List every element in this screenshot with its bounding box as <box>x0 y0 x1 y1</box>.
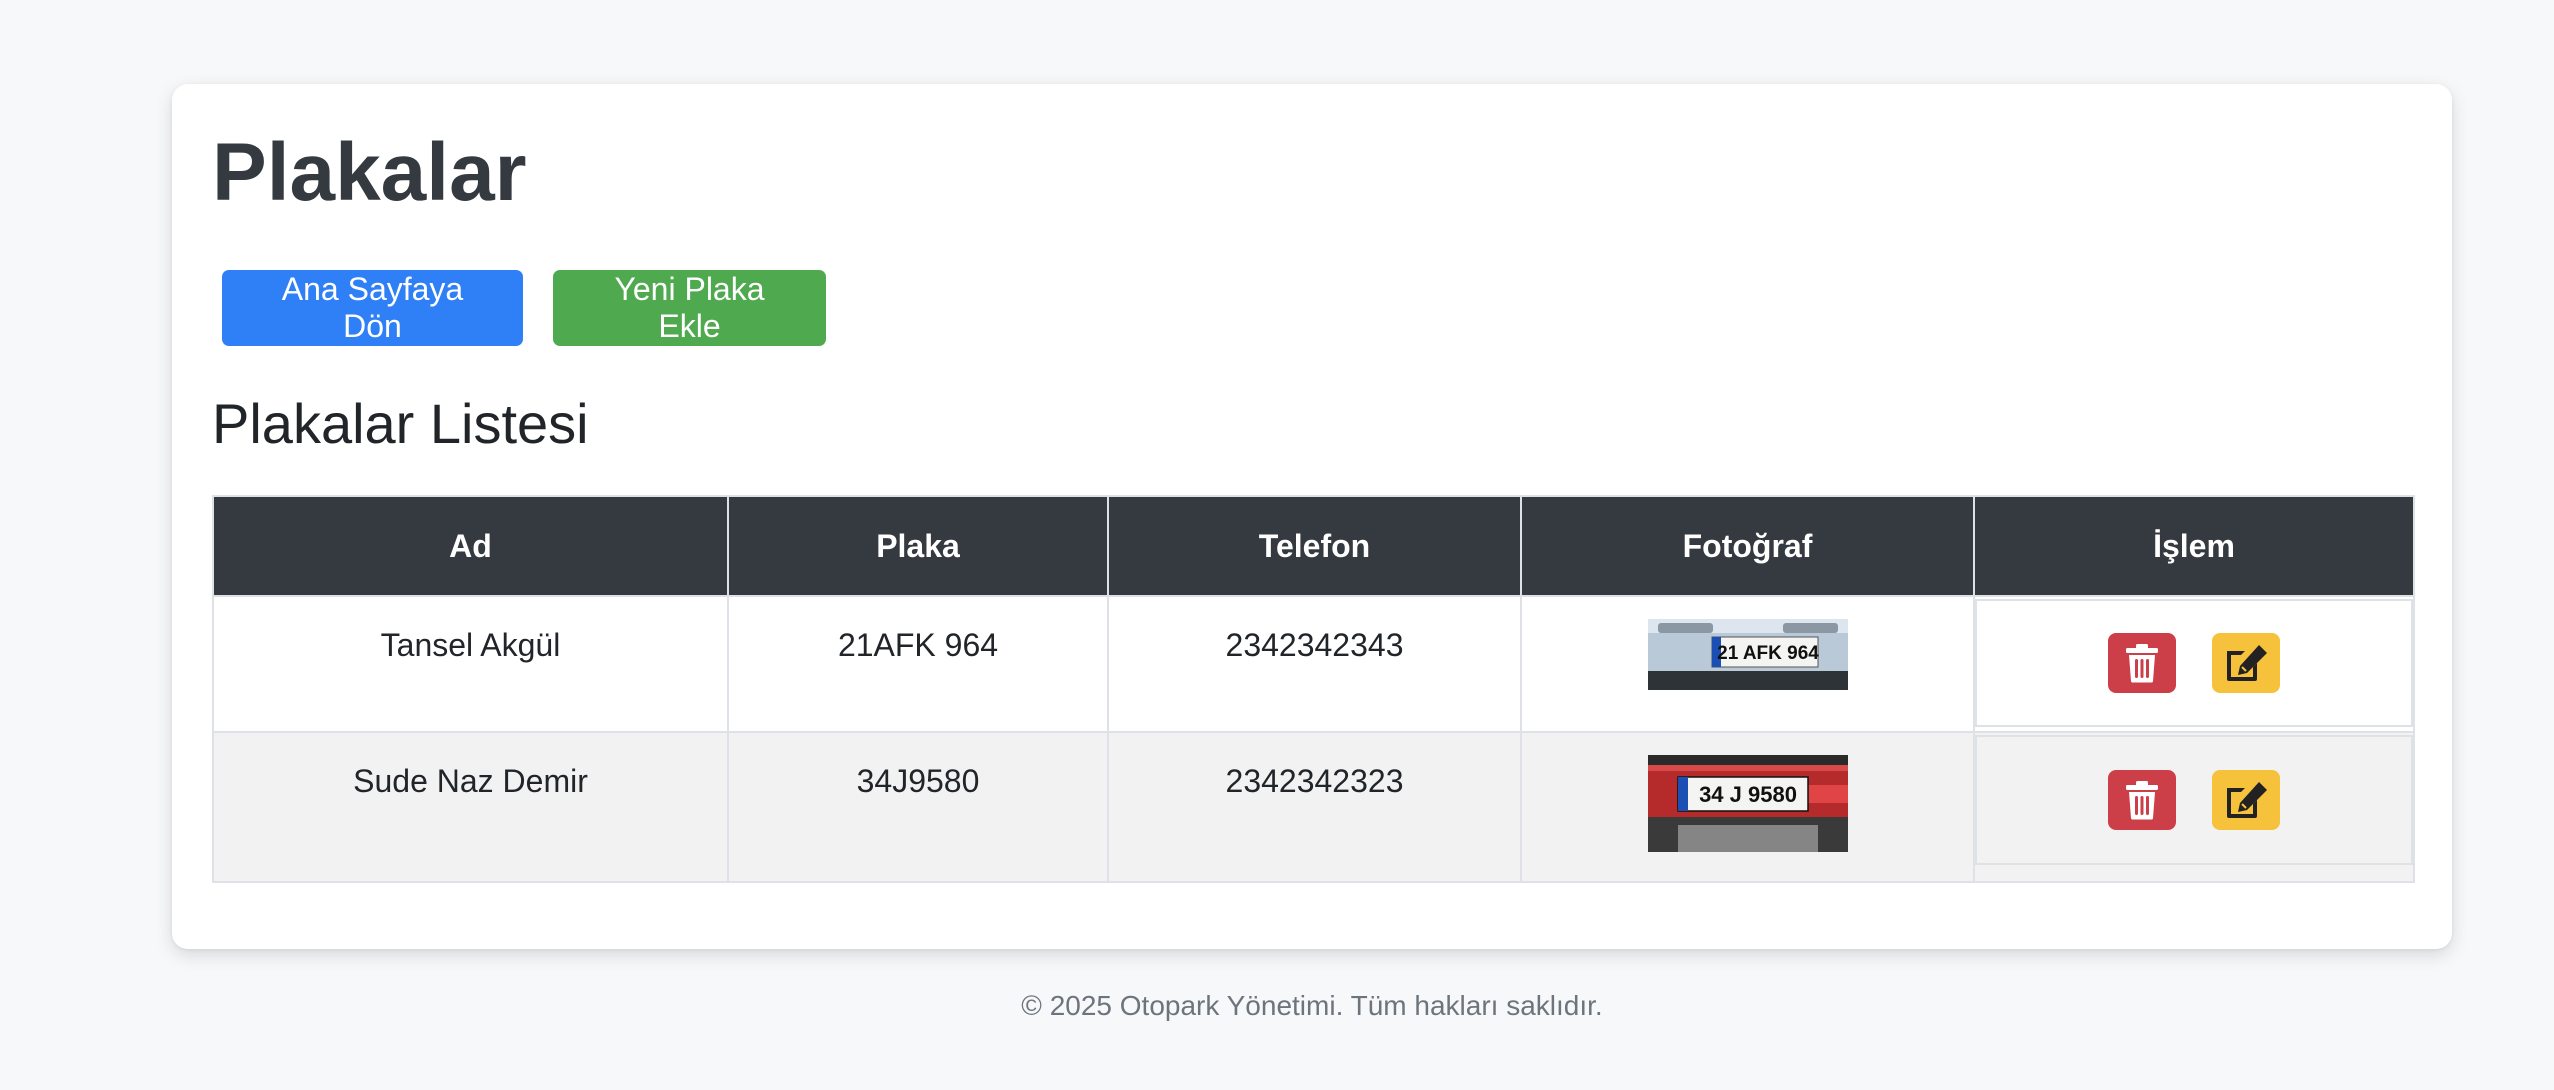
edit-icon <box>2227 782 2267 818</box>
plate-photo[interactable]: 34 J 9580 <box>1647 755 1848 852</box>
footer-copyright: © 2025 Otopark Yönetimi. Tüm hakları sak… <box>1021 990 1603 1021</box>
table-header-row: Ad Plaka Telefon Fotoğraf İşlem <box>212 495 2415 597</box>
cell-actions <box>1973 595 2415 733</box>
table-row: Tansel Akgül 21AFK 964 2342342343 21 AFK… <box>212 595 2415 733</box>
trash-icon <box>2126 644 2158 683</box>
cell-name: Sude Naz Demir <box>212 731 729 883</box>
add-plate-button[interactable]: Yeni Plaka Ekle <box>553 270 826 346</box>
edit-button[interactable] <box>2212 633 2280 693</box>
cell-phone: 2342342323 <box>1107 731 1522 883</box>
delete-button[interactable] <box>2108 633 2176 693</box>
cell-actions <box>1973 731 2415 883</box>
cell-plate: 21AFK 964 <box>727 595 1109 733</box>
plate-photo[interactable]: 21 AFK 964 <box>1647 619 1848 690</box>
cell-plate: 34J9580 <box>727 731 1109 883</box>
edit-icon <box>2227 645 2267 681</box>
main-card: Plakalar Ana Sayfaya Dön Yeni Plaka Ekle… <box>172 84 2452 949</box>
svg-text:34 J 9580: 34 J 9580 <box>1699 782 1797 807</box>
column-header-plate: Plaka <box>727 495 1109 597</box>
action-group <box>1975 735 2413 865</box>
home-button[interactable]: Ana Sayfaya Dön <box>222 270 523 346</box>
list-title: Plakalar Listesi <box>212 392 589 455</box>
cell-photo: 21 AFK 964 <box>1520 595 1975 733</box>
svg-text:21 AFK 964: 21 AFK 964 <box>1717 643 1819 664</box>
cell-name: Tansel Akgül <box>212 595 729 733</box>
table-row: Sude Naz Demir 34J9580 2342342323 34 J 9… <box>212 731 2415 883</box>
column-header-name: Ad <box>212 495 729 597</box>
delete-button[interactable] <box>2108 770 2176 830</box>
column-header-phone: Telefon <box>1107 495 1522 597</box>
edit-button[interactable] <box>2212 770 2280 830</box>
trash-icon <box>2126 781 2158 820</box>
plates-table: Ad Plaka Telefon Fotoğraf İşlem Tansel A… <box>212 495 2415 883</box>
column-header-photo: Fotoğraf <box>1520 495 1975 597</box>
action-group <box>1975 599 2413 727</box>
column-header-action: İşlem <box>1973 495 2415 597</box>
page-title: Plakalar <box>212 127 527 218</box>
cell-phone: 2342342343 <box>1107 595 1522 733</box>
action-buttons: Ana Sayfaya Dön Yeni Plaka Ekle <box>222 270 826 346</box>
cell-photo: 34 J 9580 <box>1520 731 1975 883</box>
